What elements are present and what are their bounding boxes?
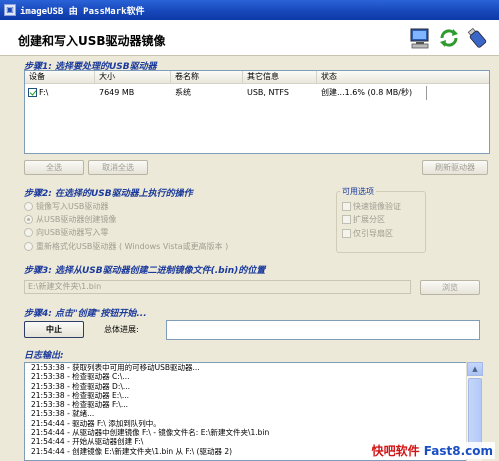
window-title: imageUSB 由 PassMark软件 [20, 6, 145, 17]
log-line: 21:53:38 - 获取列表中可用的可移动USB驱动器... [31, 363, 200, 372]
site-watermark: 快吧软件 Fast8.com [369, 442, 495, 459]
browse-button[interactable]: 浏览 [420, 280, 480, 295]
option-expand-partition[interactable]: 扩展分区 [342, 214, 385, 225]
step3-title: 步骤3: 选择从USB驱动器创建二进制镜像文件(.bin)的位置 [24, 266, 266, 276]
available-options-title: 可用选项 [340, 186, 376, 197]
log-title: 日志输出: [24, 351, 64, 361]
drive-device: F:\ [39, 88, 49, 97]
option-quick-verify[interactable]: 快速镜像验证 [342, 201, 401, 212]
drive-checkbox[interactable] [28, 88, 37, 97]
deselect-all-button[interactable]: 取消全选 [88, 160, 148, 175]
table-row[interactable]: F:\ 7649 MB 系统 USB, NTFS 创建...1.6% (0.8 … [25, 86, 489, 100]
refresh-arrows-icon [440, 29, 458, 47]
column-device[interactable]: 设备 [25, 71, 95, 83]
usb-drive-icon [467, 27, 487, 48]
drive-list-header: 设备 大小 卷名称 其它信息 状态 [25, 71, 489, 84]
option-boot-sector[interactable]: 仅引导扇区 [342, 228, 393, 239]
scroll-up-arrow-icon[interactable]: ▲ [467, 362, 483, 376]
column-info[interactable]: 其它信息 [243, 71, 317, 83]
option-write-image[interactable]: 镜像写入USB驱动器 [24, 201, 108, 212]
overall-progress-bar [166, 320, 480, 340]
image-path-input[interactable]: E:\新建文件夹\1.bin [24, 280, 411, 294]
option-reformat[interactable]: 重新格式化USB驱动器 ( Windows Vista或更高版本 ) [24, 241, 228, 252]
computer-icon [410, 28, 429, 49]
app-icon: ▣ [4, 4, 16, 16]
checkbox-boot-sector[interactable] [342, 229, 351, 238]
radio-create-image[interactable] [24, 215, 33, 224]
column-status[interactable]: 状态 [317, 71, 489, 83]
step4-title: 步骤4: 点击"创建"按钮开始... [24, 309, 147, 319]
column-size[interactable]: 大小 [95, 71, 171, 83]
log-line: 21:54:44 - 驱动器 F:\ 添加到队列中。 [31, 418, 161, 428]
option-create-image[interactable]: 从USB驱动器创建镜像 [24, 214, 116, 225]
progress-label: 总体进展: [104, 325, 139, 334]
radio-reformat[interactable] [24, 242, 33, 251]
checkbox-expand-partition[interactable] [342, 215, 351, 224]
column-volume[interactable]: 卷名称 [171, 71, 243, 83]
header-banner: 创建和写入USB驱动器镜像 [0, 20, 499, 56]
log-line: 21:53:38 - 检查驱动器 D:\... [31, 381, 131, 391]
checkbox-quick-verify[interactable] [342, 202, 351, 211]
step2-title: 步骤2: 在选择的USB驱动器上执行的操作 [24, 189, 193, 199]
option-write-zeros[interactable]: 向USB驱动器写入零 [24, 227, 108, 238]
log-line: 21:53:38 - 就绪... [31, 409, 95, 419]
radio-write-zeros[interactable] [24, 228, 33, 237]
page-title: 创建和写入USB驱动器镜像 [18, 34, 166, 48]
drive-info: USB, NTFS [247, 88, 289, 97]
drive-volume: 系统 [175, 88, 191, 97]
select-all-button[interactable]: 全选 [24, 160, 84, 175]
log-line: 21:53:38 - 检查驱动器 E:\... [31, 390, 129, 400]
log-line: 21:54:44 - 从驱动器中创建镜像 F:\ - 镜像文件名: E:\新建文… [31, 428, 270, 438]
drive-status: 创建...1.6% (0.8 MB/秒) [317, 86, 427, 100]
stop-button[interactable]: 中止 [24, 321, 84, 338]
title-bar: ▣ imageUSB 由 PassMark软件 [0, 0, 499, 20]
drive-size: 7649 MB [99, 88, 135, 97]
radio-write-image[interactable] [24, 202, 33, 211]
log-line: 21:53:38 - 检查驱动器 C:\... [31, 372, 130, 382]
refresh-drives-button[interactable]: 刷新驱动器 [422, 160, 488, 175]
drive-list[interactable]: 设备 大小 卷名称 其它信息 状态 F:\ 7649 MB 系统 USB, NT… [24, 70, 490, 154]
